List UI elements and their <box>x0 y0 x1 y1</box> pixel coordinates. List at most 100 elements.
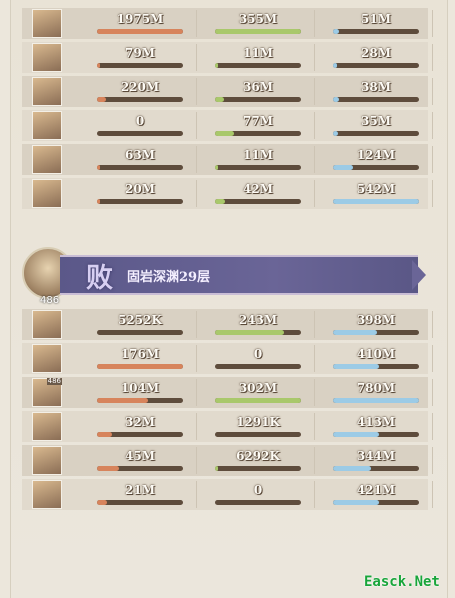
damage-bar <box>97 330 183 335</box>
damage-bar <box>97 199 183 204</box>
damage-taken-value: 28M <box>361 46 391 60</box>
hero-stat-row: 1975M 355M 51M <box>22 8 433 39</box>
heal-cell: 243M <box>202 311 315 338</box>
damage-taken-bar <box>333 165 419 170</box>
damage-taken-cell: 413M <box>320 413 433 440</box>
hero-portrait[interactable] <box>32 43 62 72</box>
damage-value: 20M <box>125 182 155 196</box>
hero-portrait[interactable] <box>32 412 62 441</box>
hero-portrait[interactable] <box>32 77 62 106</box>
hero-portrait[interactable]: 486 <box>32 378 62 407</box>
damage-bar-fill <box>97 199 101 204</box>
damage-taken-bar <box>333 29 419 34</box>
damage-taken-cell: 344M <box>320 447 433 474</box>
damage-value: 63M <box>125 148 155 162</box>
heal-bar-fill <box>215 131 234 136</box>
damage-taken-cell: 421M <box>320 481 433 508</box>
damage-value: 5252K <box>118 313 162 327</box>
damage-bar-fill <box>97 29 183 34</box>
heal-cell: 0 <box>202 345 315 372</box>
damage-taken-bar <box>333 500 419 505</box>
heal-value: 36M <box>243 80 273 94</box>
hero-portrait[interactable] <box>32 145 62 174</box>
damage-value: 104M <box>120 381 160 395</box>
heal-value: 0 <box>253 347 263 361</box>
damage-bar-fill <box>97 97 107 102</box>
damage-cell: 5252K <box>84 311 197 338</box>
heal-cell: 36M <box>202 78 315 105</box>
damage-bar-fill <box>97 432 113 437</box>
damage-taken-bar-fill <box>333 131 339 136</box>
damage-taken-bar-fill <box>333 330 377 335</box>
damage-taken-value: 344M <box>356 449 396 463</box>
hero-stat-row: 5252K 243M 398M <box>22 309 433 340</box>
damage-value: 176M <box>120 347 160 361</box>
damage-taken-bar <box>333 432 419 437</box>
hero-portrait[interactable] <box>32 179 62 208</box>
damage-value: 0 <box>135 114 145 128</box>
damage-bar-fill <box>97 63 101 68</box>
damage-taken-cell: 38M <box>320 78 433 105</box>
damage-cell: 63M <box>84 146 197 173</box>
damage-bar <box>97 432 183 437</box>
damage-taken-value: 780M <box>356 381 396 395</box>
heal-value: 302M <box>238 381 278 395</box>
hero-stat-row: 21M 0 421M <box>22 479 433 510</box>
hero-stat-row: 20M 42M 542M <box>22 178 433 209</box>
hero-stat-row: 220M 36M 38M <box>22 76 433 107</box>
damage-taken-cell: 780M <box>320 379 433 406</box>
heal-cell: 355M <box>202 10 315 37</box>
damage-taken-bar <box>333 398 419 403</box>
heal-cell: 1291K <box>202 413 315 440</box>
heal-value: 243M <box>238 313 278 327</box>
damage-taken-cell: 51M <box>320 10 433 37</box>
damage-taken-bar <box>333 330 419 335</box>
hero-portrait[interactable] <box>32 9 62 38</box>
heal-bar-fill <box>215 199 226 204</box>
damage-bar-fill <box>97 364 183 369</box>
damage-taken-bar-fill <box>333 97 340 102</box>
damage-bar <box>97 500 183 505</box>
damage-taken-value: 124M <box>356 148 396 162</box>
damage-taken-cell: 35M <box>320 112 433 139</box>
damage-bar <box>97 466 183 471</box>
damage-taken-bar-fill <box>333 63 338 68</box>
damage-taken-bar <box>333 466 419 471</box>
heal-cell: 6292K <box>202 447 315 474</box>
hero-portrait[interactable] <box>32 310 62 339</box>
damage-taken-value: 51M <box>361 12 391 26</box>
heal-bar <box>215 364 301 369</box>
heal-cell: 11M <box>202 44 315 71</box>
damage-taken-bar-fill <box>333 432 379 437</box>
damage-taken-bar <box>333 97 419 102</box>
damage-taken-value: 398M <box>356 313 396 327</box>
damage-bar <box>97 97 183 102</box>
hero-portrait[interactable] <box>32 480 62 509</box>
hero-stat-row: 79M 11M 28M <box>22 42 433 73</box>
damage-taken-bar-fill <box>333 29 340 34</box>
damage-taken-cell: 410M <box>320 345 433 372</box>
damage-taken-bar <box>333 63 419 68</box>
damage-taken-bar <box>333 199 419 204</box>
hero-portrait[interactable] <box>32 111 62 140</box>
damage-cell: 1975M <box>84 10 197 37</box>
heal-bar <box>215 63 301 68</box>
heal-bar <box>215 398 301 403</box>
heal-bar-fill <box>215 466 219 471</box>
damage-taken-value: 542M <box>356 182 396 196</box>
stage-name: 固岩深渊29层 <box>127 270 211 285</box>
hero-portrait[interactable] <box>32 446 62 475</box>
damage-taken-cell: 28M <box>320 44 433 71</box>
heal-cell: 302M <box>202 379 315 406</box>
damage-taken-cell: 124M <box>320 146 433 173</box>
heal-bar-fill <box>215 330 284 335</box>
damage-cell: 20M <box>84 180 197 207</box>
damage-value: 220M <box>120 80 160 94</box>
hero-stat-row: 0 77M 35M <box>22 110 433 141</box>
hero-portrait[interactable] <box>32 344 62 373</box>
damage-value: 79M <box>125 46 155 60</box>
damage-taken-value: 410M <box>356 347 396 361</box>
damage-taken-value: 413M <box>356 415 396 429</box>
damage-cell: 21M <box>84 481 197 508</box>
hero-stat-row: 486 104M 302M 780M <box>22 377 433 408</box>
